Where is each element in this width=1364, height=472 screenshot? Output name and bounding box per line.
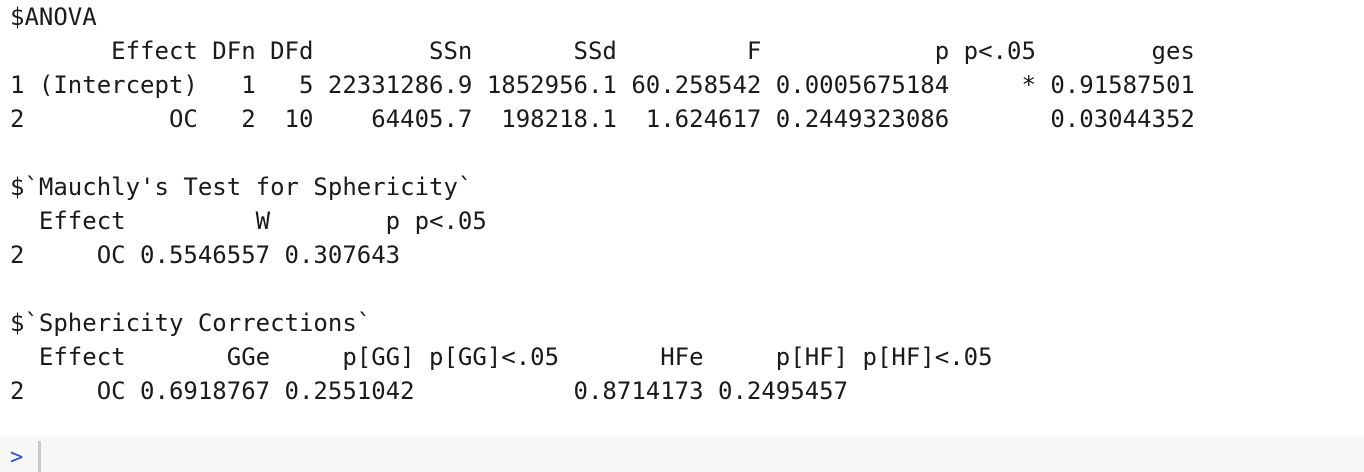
mauchly-row-oc: 2 OC 0.5546557 0.307643 (10, 241, 401, 269)
mauchly-column-headers: Effect W p p<.05 (10, 207, 487, 235)
anova-column-headers: Effect DFn DFd SSn SSd F p p<.05 ges (10, 37, 1195, 65)
anova-row-intercept: 1 (Intercept) 1 5 22331286.9 1852956.1 6… (10, 71, 1195, 99)
sphericity-corrections-row-oc: 2 OC 0.6918767 0.2551042 0.8714173 0.249… (10, 377, 849, 405)
anova-header: $ANOVA (10, 3, 97, 31)
console-prompt: > (10, 445, 24, 470)
console-input-area[interactable] (0, 436, 1364, 472)
mauchly-header: $`Mauchly's Test for Sphericity` (10, 173, 473, 201)
console-output: $ANOVA Effect DFn DFd SSn SSd F p p<.05 … (10, 0, 1350, 408)
sphericity-corrections-column-headers: Effect GGe p[GG] p[GG]<.05 HFe p[HF] p[H… (10, 343, 993, 371)
text-cursor[interactable] (38, 441, 41, 472)
sphericity-corrections-header: $`Sphericity Corrections` (10, 309, 372, 337)
anova-row-oc: 2 OC 2 10 64405.7 198218.1 1.624617 0.24… (10, 105, 1195, 133)
